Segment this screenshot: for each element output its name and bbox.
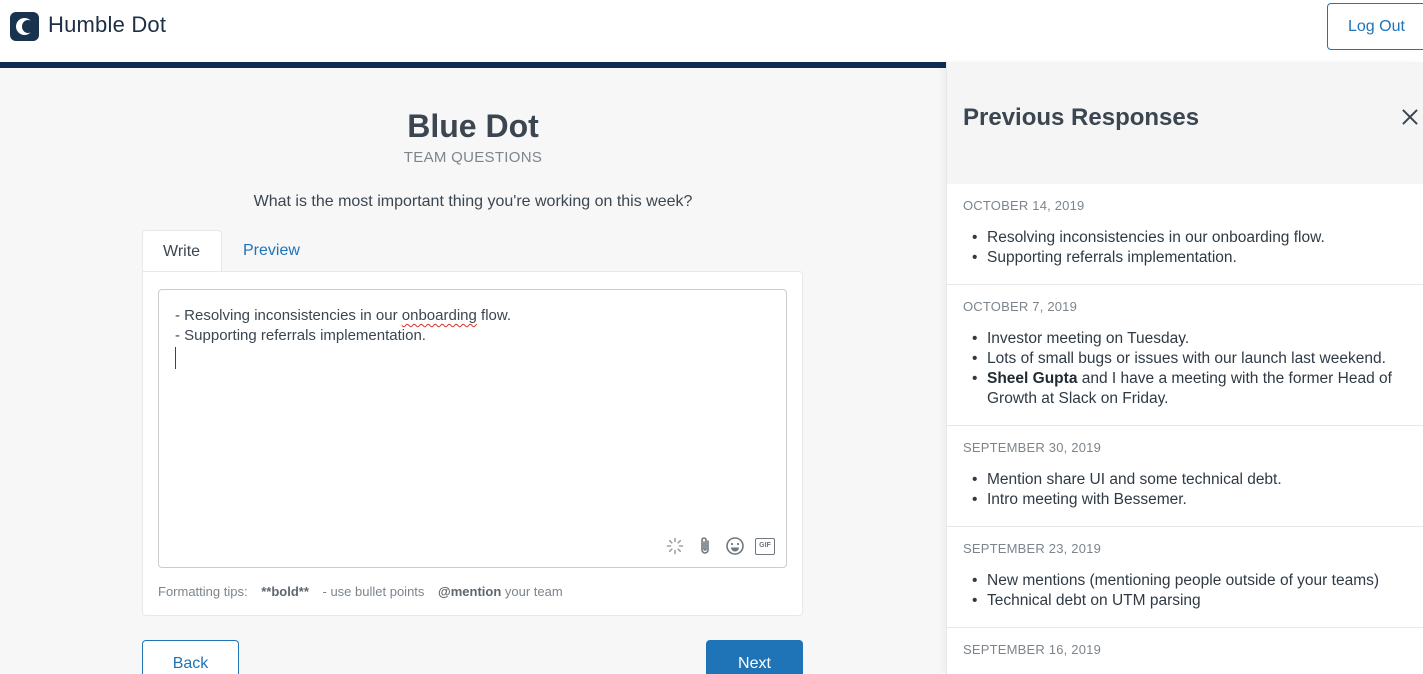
spellcheck-word: onboarding — [401, 307, 477, 324]
response-bullets: Mention share UI and some technical debt… — [963, 470, 1408, 510]
response-entry: OCTOBER 14, 2019 Resolving inconsistencie… — [947, 184, 1423, 285]
response-entry: SEPTEMBER 30, 2019 Mention share UI and s… — [947, 426, 1423, 527]
team-title: Blue Dot — [407, 108, 539, 144]
answer-textarea[interactable]: - Resolving inconsistencies in our onboa… — [158, 289, 787, 568]
tab-preview[interactable]: Preview — [223, 230, 320, 272]
back-button[interactable]: Back — [142, 640, 239, 674]
section-subtitle: TEAM QUESTIONS — [403, 149, 543, 166]
response-bullet: Supporting referrals implementation. — [963, 248, 1408, 268]
response-bullet: New mentions (mentioning people outside … — [963, 571, 1408, 591]
question-form: Blue Dot TEAM QUESTIONS What is the most… — [0, 68, 946, 674]
previous-responses-panel: Previous Responses OCTOBER 14, 2019 Resol… — [946, 62, 1423, 674]
response-date: SEPTEMBER 16, 2019 — [963, 642, 1101, 657]
gif-icon-label: GIF — [755, 537, 775, 555]
tip-bullets: - use bullet points — [322, 584, 425, 599]
response-bullets: New mentions (mentioning people outside … — [963, 571, 1408, 611]
answer-line-1-prefix: - Resolving inconsistencies in our — [175, 307, 402, 324]
panel-title: Previous Responses — [963, 104, 1200, 131]
panel-header: Previous Responses — [947, 62, 1423, 184]
close-icon[interactable] — [1399, 106, 1421, 128]
log-out-button[interactable]: Log Out — [1327, 3, 1423, 50]
response-date: SEPTEMBER 23, 2019 — [963, 541, 1101, 556]
response-entry: SEPTEMBER 23, 2019 New mentions (mentioni… — [947, 527, 1423, 628]
answer-line-1: - Resolving inconsistencies in our onboa… — [175, 306, 770, 326]
tip-mention: @mention your team — [438, 584, 563, 599]
text-caret — [175, 347, 176, 369]
top-header: Humble Dot Log Out — [0, 0, 1423, 62]
tip-mention-rest: your team — [501, 584, 563, 599]
editor-card: - Resolving inconsistencies in our onboa… — [142, 271, 803, 616]
answer-line-1-suffix: flow. — [476, 307, 512, 324]
smiley-icon[interactable] — [724, 535, 746, 557]
response-entry: SEPTEMBER 16, 2019 — [947, 628, 1423, 674]
question-text: What is the most important thing you're … — [253, 193, 693, 210]
mention-name[interactable]: Sheel Gupta — [987, 370, 1077, 387]
response-bullets: Resolving inconsistencies in our onboard… — [963, 228, 1408, 268]
editor-toolbar: GIF — [664, 535, 776, 557]
tip-bold: **bold** — [261, 584, 309, 599]
response-date: OCTOBER 14, 2019 — [963, 198, 1085, 213]
humble-dot-logo-icon[interactable] — [10, 12, 39, 41]
response-bullet: Sheel Gupta and I have a meeting with th… — [963, 369, 1408, 409]
tab-write[interactable]: Write — [142, 230, 222, 272]
response-entry: OCTOBER 7, 2019 Investor meeting on Tuesd… — [947, 285, 1423, 426]
response-bullet: Resolving inconsistencies in our onboard… — [963, 228, 1408, 248]
responses-list[interactable]: OCTOBER 14, 2019 Resolving inconsistencie… — [947, 184, 1423, 674]
response-date: SEPTEMBER 30, 2019 — [963, 440, 1101, 455]
brand-name[interactable]: Humble Dot — [48, 12, 166, 38]
tips-label: Formatting tips: — [158, 584, 248, 599]
answer-line-2: - Supporting referrals implementation. — [175, 327, 426, 344]
response-bullets: Investor meeting on Tuesday.Lots of smal… — [963, 329, 1408, 409]
spinner-icon — [664, 535, 686, 557]
response-bullet: Technical debt on UTM parsing — [963, 591, 1408, 611]
paperclip-icon[interactable] — [694, 535, 716, 557]
tip-bold-text: **bold** — [261, 584, 309, 599]
formatting-tips: Formatting tips: **bold** - use bullet p… — [158, 584, 573, 599]
response-bullet: Intro meeting with Bessemer. — [963, 490, 1408, 510]
gif-icon[interactable]: GIF — [754, 535, 776, 557]
next-button[interactable]: Next — [706, 640, 803, 674]
response-bullet: Investor meeting on Tuesday. — [963, 329, 1408, 349]
tip-mention-strong: @mention — [438, 584, 502, 599]
response-bullet: Mention share UI and some technical debt… — [963, 470, 1408, 490]
response-bullet: Lots of small bugs or issues with our la… — [963, 349, 1408, 369]
response-date: OCTOBER 7, 2019 — [963, 299, 1078, 314]
